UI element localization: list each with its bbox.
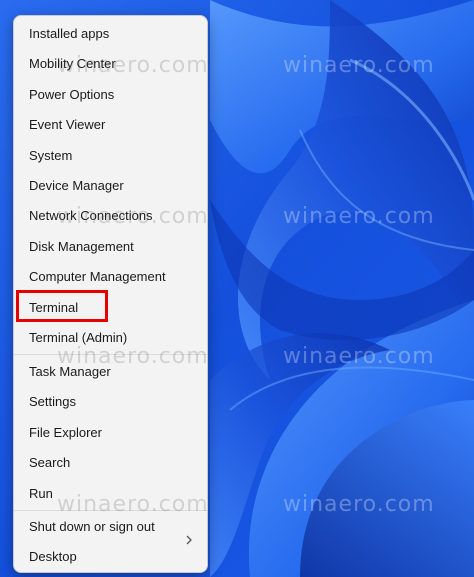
menu-item-terminal-admin[interactable]: Terminal (Admin) [29,330,127,346]
menu-item-shut-down-or-sign-out[interactable]: Shut down or sign out [29,519,155,535]
menu-item-mobility-center[interactable]: Mobility Center [29,56,116,72]
menu-item-search[interactable]: Search [29,455,70,471]
menu-item-power-options[interactable]: Power Options [29,87,114,103]
menu-item-event-viewer[interactable]: Event Viewer [29,117,105,133]
terminal-highlight-box [16,290,108,322]
menu-item-settings[interactable]: Settings [29,394,76,410]
menu-item-task-manager[interactable]: Task Manager [29,364,111,380]
menu-item-device-manager[interactable]: Device Manager [29,178,124,194]
menu-item-installed-apps[interactable]: Installed apps [29,26,109,42]
menu-item-network-connections[interactable]: Network Connections [29,208,153,224]
menu-item-system[interactable]: System [29,148,72,164]
menu-item-desktop[interactable]: Desktop [29,549,77,565]
menu-item-computer-management[interactable]: Computer Management [29,269,166,285]
chevron-right-icon [186,535,192,545]
menu-item-disk-management[interactable]: Disk Management [29,239,134,255]
menu-separator [14,510,207,511]
menu-item-file-explorer[interactable]: File Explorer [29,425,102,441]
menu-separator [14,354,207,355]
menu-item-run[interactable]: Run [29,486,53,502]
